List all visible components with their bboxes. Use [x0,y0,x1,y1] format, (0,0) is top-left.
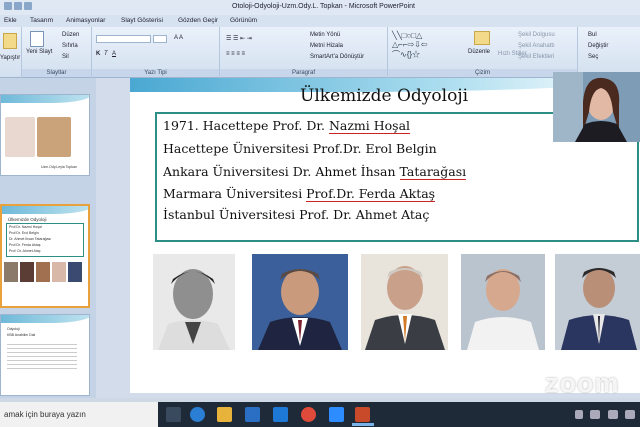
paragraph-group: ☰ ☰ ⇤ ⇥ ≡ ≡ ≡ ≡ Metin Yönü Metni Hizala … [220,27,388,78]
ribbon: Yapıştır Yeni Slayt Düzen Sıfırla Sil Sl… [0,27,640,78]
task-view-icon[interactable] [166,407,181,422]
portrait-photo-5 [555,254,640,350]
network-icon[interactable] [608,410,618,419]
thumb-box: Prof.Dr. Nazmi Hoşal Prof.Dr. Erol Belgi… [6,223,84,257]
align-icons[interactable]: ≡ ≡ ≡ ≡ [226,51,245,57]
slide-thumbnail-1[interactable]: Uzm.Ody.Leyla Topkan [0,94,90,176]
bold-icon[interactable]: K [96,51,100,57]
window-title: Otoloji-Odyoloji-Uzm.Ody.L. Topkan - Mic… [232,3,415,10]
slide-line-5: İstanbul Üniversitesi Prof. Dr. Ahmet At… [163,207,430,222]
slide-title[interactable]: Ülkemizde Odyoloji [300,86,468,106]
chrome-icon[interactable] [301,407,316,422]
title-bar: Otoloji-Odyoloji-Uzm.Ody.L. Topkan - Mic… [0,0,640,15]
arrange-icon[interactable] [474,31,490,45]
zoom-icon[interactable] [329,407,344,422]
mail-icon[interactable] [273,407,288,422]
new-slide-button[interactable]: Yeni Slayt [26,49,52,55]
clipboard-group: Yapıştır [0,27,22,78]
tab-review[interactable]: Gözden Geçir [178,17,218,24]
italic-icon[interactable]: T [104,51,108,57]
slide-line-1: 1971. Hacettepe Prof. Dr. Nazmi Hoşal [163,118,411,134]
thumb-photo [5,117,35,157]
underline-icon[interactable]: A [112,51,116,57]
replace-button[interactable]: Değiştir [588,43,608,49]
arrange-button[interactable]: Düzenle [468,49,490,55]
font-name-box[interactable] [96,35,151,43]
zoom-watermark: zoom [545,368,620,398]
font-group-label: Yazı Tipi [92,69,219,77]
editing-group: Bul Değiştir Seç [578,27,640,78]
taskbar: amak için buraya yazın [0,402,640,427]
notification-icon[interactable] [625,410,635,419]
slide-thumbnail-3[interactable]: Odyoloji KBB Anabilim Dalı [0,314,90,396]
slides-group: Yeni Slayt Düzen Sıfırla Sil Slaytlar [22,27,92,78]
shape-fill-button[interactable]: Şekil Dolgusu [518,32,555,38]
drawing-group: ╲╲□○□△ △⌐⌐⇨⇩⇦ ⌒∿{}☆ Düzenle Hızlı Stiller … [388,27,578,78]
portrait-photo-1 [153,254,235,350]
align-text-button[interactable]: Metni Hizala [310,43,343,49]
tab-view[interactable]: Görünüm [230,17,257,24]
font-size-box[interactable] [153,35,167,43]
slides-pane: Uzm.Ody.Leyla Topkan Ülkemizde Odyoloji … [0,78,96,398]
speaker-icon[interactable] [590,410,600,419]
taskbar-search[interactable]: amak için buraya yazın [0,402,158,427]
tab-animations[interactable]: Animasyonlar [66,17,105,24]
shape-outline-button[interactable]: Şekil Anahattı [518,43,555,49]
quick-access-toolbar[interactable] [4,2,44,12]
thumb-caption: Uzm.Ody.Leyla Topkan [41,165,77,169]
new-slide-icon[interactable] [30,31,44,47]
portrait-photo-2 [252,254,348,350]
font-grow-icon[interactable]: A A [174,35,183,41]
paste-label[interactable]: Yapıştır [0,55,20,61]
drawing-group-label: Çizim [388,69,577,77]
file-explorer-icon[interactable] [217,407,232,422]
tab-insert[interactable]: Ekle [4,17,17,24]
font-group: K T A A A Yazı Tipi [92,27,220,78]
active-app-indicator [352,423,374,426]
reset-button[interactable]: Sıfırla [62,43,78,49]
slide-line-3: Ankara Üniversitesi Dr. Ahmet İhsan Tata… [163,164,467,180]
powerpoint-icon[interactable] [355,407,370,422]
select-button[interactable]: Seç [588,54,598,60]
edge-icon[interactable] [190,407,205,422]
shapes-gallery[interactable]: ╲╲□○□△ △⌐⌐⇨⇩⇦ ⌒∿{}☆ [392,31,428,60]
slide-line-4: Marmara Üniversitesi Prof.Dr. Ferda Akta… [163,186,436,202]
shape-effects-button[interactable]: Şekil Efektleri [518,54,554,60]
delete-button[interactable]: Sil [62,54,69,60]
slides-group-label: Slaytlar [22,69,91,77]
find-button[interactable]: Bul [588,32,597,38]
slide-line-2: Hacettepe Üniversitesi Prof.Dr. Erol Bel… [163,141,437,156]
bullets-icon[interactable]: ☰ ☰ ⇤ ⇥ [226,35,252,42]
ribbon-tabs: Ekle Tasarım Animasyonlar Slayt Gösteris… [0,15,640,27]
thumb-photo [37,117,71,157]
slide-thumbnail-2[interactable]: Ülkemizde Odyoloji Prof.Dr. Nazmi Hoşal … [0,204,90,308]
smartart-button[interactable]: SmartArt'a Dönüştür [310,54,364,60]
tab-design[interactable]: Tasarım [30,17,53,24]
search-placeholder: amak için buraya yazın [4,410,86,419]
tab-slideshow[interactable]: Slayt Gösterisi [121,17,163,24]
text-direction-button[interactable]: Metin Yönü [310,32,340,38]
layout-button[interactable]: Düzen [62,32,79,38]
thumb-title: Ülkemizde Odyoloji [8,217,47,222]
paste-icon[interactable] [3,33,17,49]
store-icon[interactable] [245,407,260,422]
paragraph-group-label: Paragraf [220,69,387,77]
portrait-photo-3 [361,254,448,350]
microphone-icon[interactable] [575,410,583,419]
webcam-video [553,72,640,142]
portrait-photo-4 [461,254,545,350]
